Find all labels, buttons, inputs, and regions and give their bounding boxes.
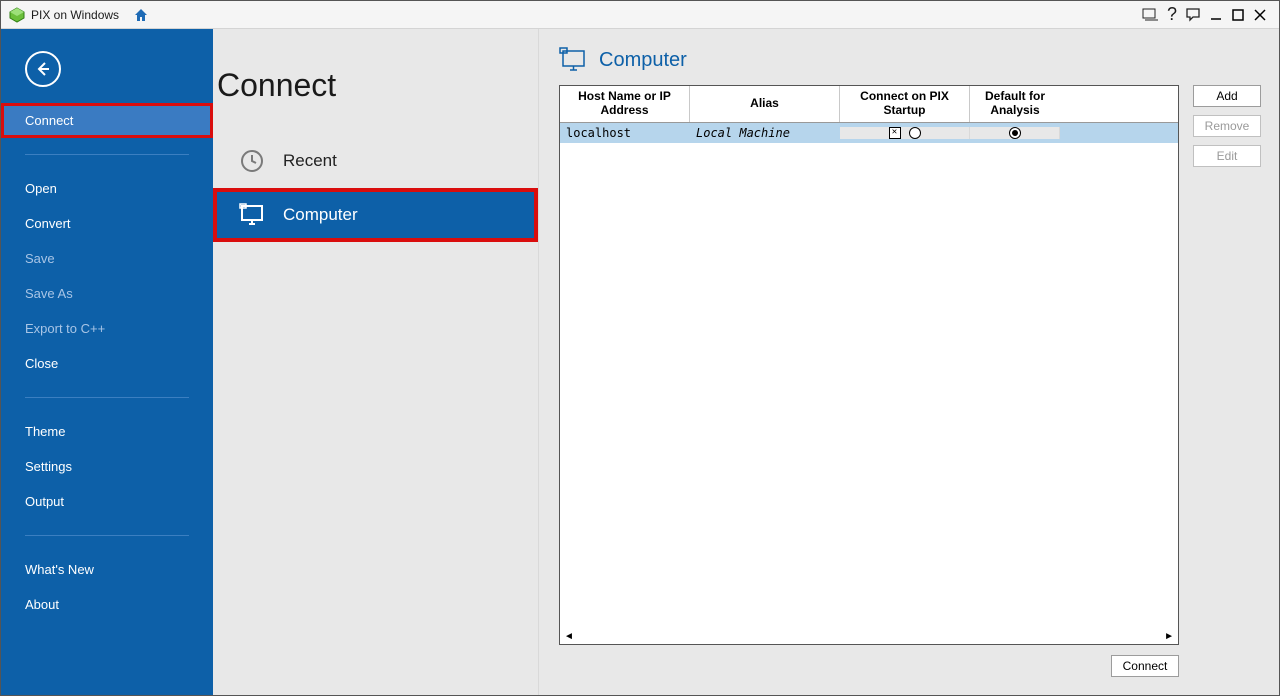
cell-host: localhost — [560, 126, 690, 140]
table-header: Host Name or IP Address Alias Connect on… — [560, 86, 1178, 123]
titlebar: PIX on Windows ? — [1, 1, 1279, 29]
sidebar-item-convert[interactable]: Convert — [1, 206, 213, 241]
sidebar-item-save: Save — [1, 241, 213, 276]
center-panel: Connect Recent Computer — [213, 29, 539, 695]
page-title: Connect — [213, 67, 538, 104]
app-frame: PIX on Windows ? Connect — [0, 0, 1280, 696]
sidebar-item-whats-new[interactable]: What's New — [1, 552, 213, 587]
remove-button: Remove — [1193, 115, 1261, 137]
monitor-icon — [559, 47, 587, 73]
toolbar-icon-1[interactable] — [1139, 4, 1161, 26]
clock-icon — [239, 149, 265, 173]
col-host[interactable]: Host Name or IP Address — [560, 86, 690, 122]
sidebar-separator — [25, 535, 189, 536]
sidebar-separator — [25, 154, 189, 155]
feedback-icon[interactable] — [1183, 4, 1205, 26]
cell-default-analysis — [970, 127, 1060, 139]
sidebar-item-save-as: Save As — [1, 276, 213, 311]
edit-button: Edit — [1193, 145, 1261, 167]
sidebar-item-open[interactable]: Open — [1, 171, 213, 206]
scroll-right-icon[interactable]: ► — [1164, 631, 1174, 642]
detail-panel: Computer Host Name or IP Address Alias C… — [539, 29, 1279, 695]
pix-app-icon — [9, 7, 25, 23]
help-icon[interactable]: ? — [1161, 4, 1183, 26]
app-title: PIX on Windows — [31, 8, 119, 22]
sidebar-item-settings[interactable]: Settings — [1, 449, 213, 484]
radio-icon[interactable] — [1009, 127, 1021, 139]
home-icon[interactable] — [133, 7, 149, 23]
sidebar-item-export-cpp: Export to C++ — [1, 311, 213, 346]
center-item-label: Recent — [283, 151, 337, 171]
col-connect-on-startup[interactable]: Connect on PIX Startup — [840, 86, 970, 122]
radio-icon[interactable] — [909, 127, 921, 139]
window-maximize-icon[interactable] — [1227, 4, 1249, 26]
sidebar-item-close[interactable]: Close — [1, 346, 213, 381]
col-default-analysis[interactable]: Default for Analysis — [970, 86, 1060, 122]
scroll-left-icon[interactable]: ◄ — [564, 631, 574, 642]
cell-alias: Local Machine — [690, 126, 840, 140]
panel-title: Computer — [599, 49, 687, 72]
cell-connect-on-startup: ✕ — [840, 127, 970, 139]
center-item-recent[interactable]: Recent — [213, 134, 538, 188]
panel-header: Computer — [559, 47, 1261, 73]
action-buttons: Add Remove Edit — [1193, 85, 1261, 677]
col-alias[interactable]: Alias — [690, 86, 840, 122]
checkbox-icon[interactable]: ✕ — [889, 127, 901, 139]
sidebar: Connect Open Convert Save Save As Export… — [1, 29, 213, 695]
back-button[interactable] — [25, 51, 61, 87]
sidebar-item-theme[interactable]: Theme — [1, 414, 213, 449]
connect-button[interactable]: Connect — [1111, 655, 1179, 677]
sidebar-separator — [25, 397, 189, 398]
window-minimize-icon[interactable] — [1205, 4, 1227, 26]
table-row[interactable]: localhost Local Machine ✕ — [560, 123, 1178, 143]
sidebar-item-connect[interactable]: Connect — [1, 103, 213, 138]
sidebar-item-output[interactable]: Output — [1, 484, 213, 519]
horizontal-scrollbar[interactable]: ◄ ► — [560, 631, 1178, 644]
add-button[interactable]: Add — [1193, 85, 1261, 107]
window-close-icon[interactable] — [1249, 4, 1271, 26]
connections-table[interactable]: Host Name or IP Address Alias Connect on… — [559, 85, 1179, 645]
monitor-icon — [239, 203, 265, 227]
center-item-label: Computer — [283, 205, 358, 225]
center-item-computer[interactable]: Computer — [213, 188, 538, 242]
sidebar-item-about[interactable]: About — [1, 587, 213, 622]
